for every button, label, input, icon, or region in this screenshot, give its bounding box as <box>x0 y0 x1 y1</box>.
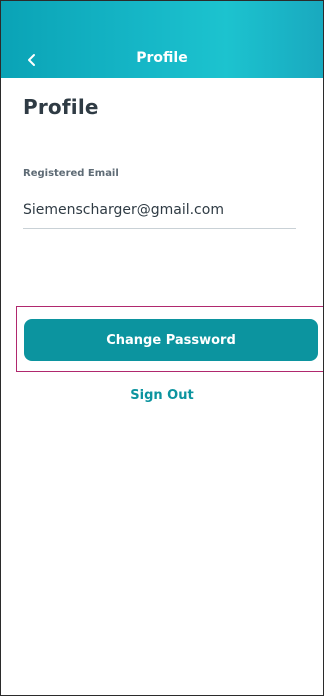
email-divider <box>23 228 296 229</box>
app-header: Profile <box>1 1 323 78</box>
page-title: Profile <box>23 95 99 119</box>
header-title: Profile <box>136 50 188 66</box>
app-screen: Profile Profile Registered Email Siemens… <box>0 0 324 696</box>
change-password-button[interactable]: Change Password <box>24 319 318 361</box>
email-value: Siemenscharger@gmail.com <box>23 202 224 218</box>
sign-out-link[interactable]: Sign Out <box>1 388 323 403</box>
email-label: Registered Email <box>23 168 119 179</box>
